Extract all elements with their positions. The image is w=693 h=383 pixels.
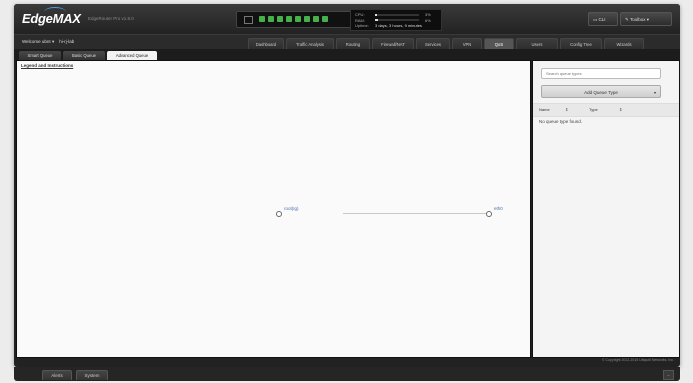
- cpu-label: CPU:: [355, 12, 365, 17]
- main-navbar: Welcome ubnt ▾ hi-rj-lab Dashboard Traff…: [14, 34, 680, 50]
- ram-row: RAM: 6%: [355, 17, 431, 23]
- uptime-row: Uptime: 3 days, 3 hours, 9 minutes: [355, 23, 422, 28]
- interface-node[interactable]: [486, 211, 492, 217]
- logo: EdgeMAX: [22, 11, 81, 26]
- port-status-panel: [236, 11, 352, 28]
- tab-users[interactable]: Users: [516, 38, 558, 49]
- tab-wizards[interactable]: Wizards: [604, 38, 644, 49]
- copyright: © Copyright 2012-2015 Ubiquiti Networks,…: [601, 358, 674, 362]
- cli-button[interactable]: ▭ CLI: [588, 12, 618, 26]
- user-menu[interactable]: Welcome ubnt: [22, 39, 51, 44]
- queue-tree-canvas[interactable]: Legend and Instructions root(Ig) eth0: [16, 60, 531, 358]
- ram-bar-fill: [375, 19, 379, 21]
- chevron-down-icon: ▾: [653, 90, 656, 95]
- port-icon: [268, 16, 274, 22]
- queue-type-search-input[interactable]: [541, 68, 661, 79]
- model-label: EdgeRouter Pro v1.8.0: [88, 16, 134, 21]
- tab-routing[interactable]: Routing: [336, 38, 370, 49]
- uptime-label: Uptime:: [355, 23, 369, 28]
- add-queue-type-label: Add Queue Type: [584, 90, 618, 95]
- chevron-down-icon: ▾: [646, 17, 649, 22]
- tab-vpn[interactable]: VPN: [452, 38, 482, 49]
- root-node-label: root(Ig): [284, 206, 299, 211]
- sort-icon[interactable]: ⇕: [619, 107, 622, 112]
- port-icon: [313, 16, 319, 22]
- sort-icon[interactable]: ⇕: [565, 107, 568, 112]
- tree-link: [343, 213, 487, 214]
- qos-subtabs: Smart Queue Basic Queue Advanced Queue: [14, 49, 680, 60]
- subtab-basic-queue[interactable]: Basic Queue: [63, 51, 105, 60]
- toolbox-button[interactable]: ✎ Toolbox ▾: [620, 12, 672, 26]
- ram-bar: [375, 19, 419, 21]
- bottom-bar: Alerts System –: [14, 367, 680, 381]
- queue-type-list-header: Name ⇕ Type ⇕: [533, 103, 679, 117]
- queue-type-panel: Add Queue Type ▾ Name ⇕ Type ⇕ No queue …: [532, 60, 680, 358]
- console-port-icon: [244, 16, 253, 24]
- port-icon: [259, 16, 265, 22]
- tab-dashboard[interactable]: Dashboard: [248, 38, 284, 49]
- collapse-icon[interactable]: –: [663, 370, 674, 380]
- port-icon: [286, 16, 292, 22]
- cli-button-label: CLI: [598, 17, 606, 22]
- header: EdgeMAX EdgeRouter Pro v1.8.0 CPU: 3% RA…: [14, 4, 680, 34]
- col-type-header[interactable]: Type: [589, 107, 598, 112]
- tab-firewall-nat[interactable]: Firewall/NAT: [372, 38, 414, 49]
- subtab-advanced-queue[interactable]: Advanced Queue: [107, 51, 157, 60]
- legend-link[interactable]: Legend and Instructions: [21, 63, 73, 68]
- subtab-smart-queue[interactable]: Smart Queue: [19, 51, 61, 60]
- app-window: EdgeMAX EdgeRouter Pro v1.8.0 CPU: 3% RA…: [14, 4, 680, 367]
- cpu-value: 3%: [425, 12, 431, 17]
- logo-text: EdgeMAX: [22, 11, 81, 26]
- tab-config-tree[interactable]: Config Tree: [560, 38, 602, 49]
- ram-label: RAM:: [355, 17, 365, 23]
- cpu-bar: [375, 13, 419, 16]
- ram-value: 6%: [425, 17, 431, 23]
- terminal-icon: ▭: [593, 17, 598, 22]
- system-tab[interactable]: System: [76, 370, 108, 380]
- tab-qos[interactable]: QoS: [484, 38, 514, 49]
- add-queue-type-button[interactable]: Add Queue Type ▾: [541, 85, 661, 98]
- toolbox-button-label: Toolbox: [629, 17, 646, 22]
- alerts-tab[interactable]: Alerts: [42, 370, 72, 380]
- wrench-icon: ✎: [625, 17, 629, 22]
- port-icon: [295, 16, 301, 22]
- cpu-bar-fill: [375, 13, 377, 16]
- chevron-down-icon: ▾: [51, 39, 55, 44]
- port-icon: [277, 16, 283, 22]
- tab-traffic-analysis[interactable]: Traffic Analysis: [286, 38, 334, 49]
- welcome-area: Welcome ubnt ▾ hi-rj-lab: [22, 39, 74, 45]
- interface-node-label: eth0: [494, 206, 503, 211]
- cpu-row: CPU: 3%: [355, 12, 431, 17]
- port-icon: [322, 16, 328, 22]
- root-node[interactable]: [276, 211, 282, 217]
- tab-services[interactable]: Services: [416, 38, 450, 49]
- system-stats: CPU: 3% RAM: 6% Uptime: 3 days, 3 hours,…: [350, 9, 442, 31]
- col-name-header[interactable]: Name: [539, 107, 550, 112]
- uptime-value: 3 days, 3 hours, 9 minutes: [375, 23, 422, 28]
- hostname-label: hi-rj-lab: [59, 39, 75, 44]
- empty-list-message: No queue type found.: [539, 119, 583, 124]
- port-icon: [304, 16, 310, 22]
